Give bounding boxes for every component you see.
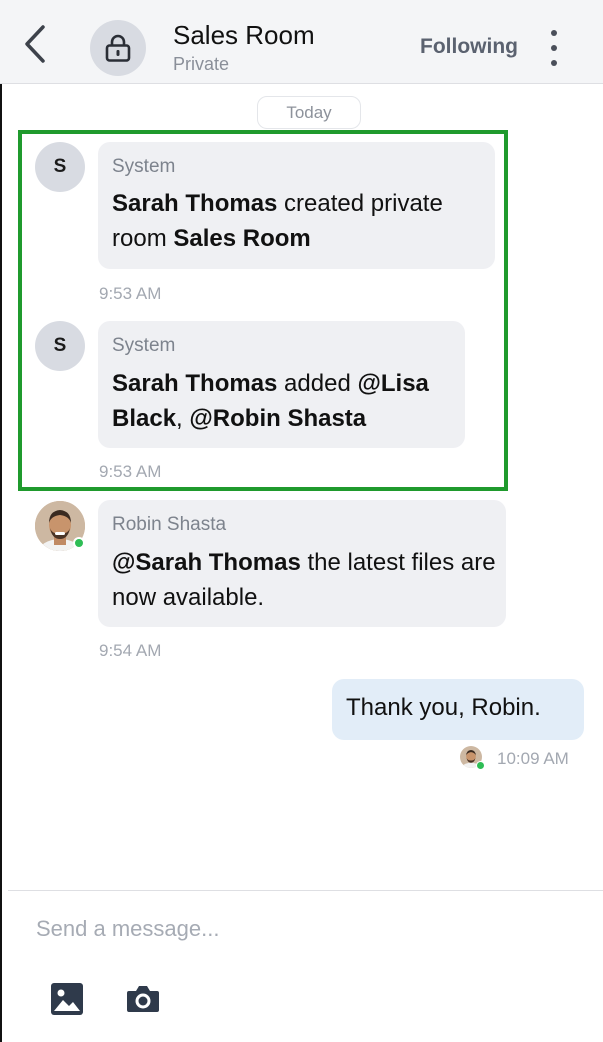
room-avatar[interactable] [90,20,146,76]
lock-icon [105,34,131,62]
message-input[interactable] [36,912,556,946]
avatar[interactable]: S [35,142,85,192]
following-button[interactable]: Following [420,35,518,59]
image-button[interactable] [48,980,86,1018]
date-divider: Today [257,96,361,129]
chat-header: Sales Room Private Following [0,0,603,84]
message-text: Sarah Thomas added @Lisa Black, @Robin S… [112,370,429,432]
message-time: 9:53 AM [99,284,162,303]
image-icon [51,983,83,1015]
my-message-text: Thank you, Robin. [346,694,541,721]
message-time: 9:53 AM [99,462,162,481]
more-vertical-icon[interactable] [544,30,564,66]
back-button[interactable] [18,22,52,66]
camera-button[interactable] [124,980,162,1018]
online-status-indicator [73,537,85,549]
avatar[interactable]: S [35,321,85,371]
message-sender: System [112,335,176,356]
message-time: 9:54 AM [99,641,162,660]
composer-divider [8,890,603,891]
avatar-letter: S [53,335,67,356]
chevron-left-icon [25,25,45,63]
message-text: Sarah Thomas created private room Sales … [112,190,443,252]
camera-icon [127,986,159,1012]
message-sender: Robin Shasta [112,514,227,535]
message-time: 10:09 AM [497,749,569,768]
message-text: @Sarah Thomas the latest files are now a… [112,549,496,611]
room-title: Sales Room [173,20,315,50]
message-sender: System [112,156,176,177]
avatar-letter: S [53,156,67,177]
online-status-indicator [476,761,485,770]
room-privacy-label: Private [173,54,230,74]
